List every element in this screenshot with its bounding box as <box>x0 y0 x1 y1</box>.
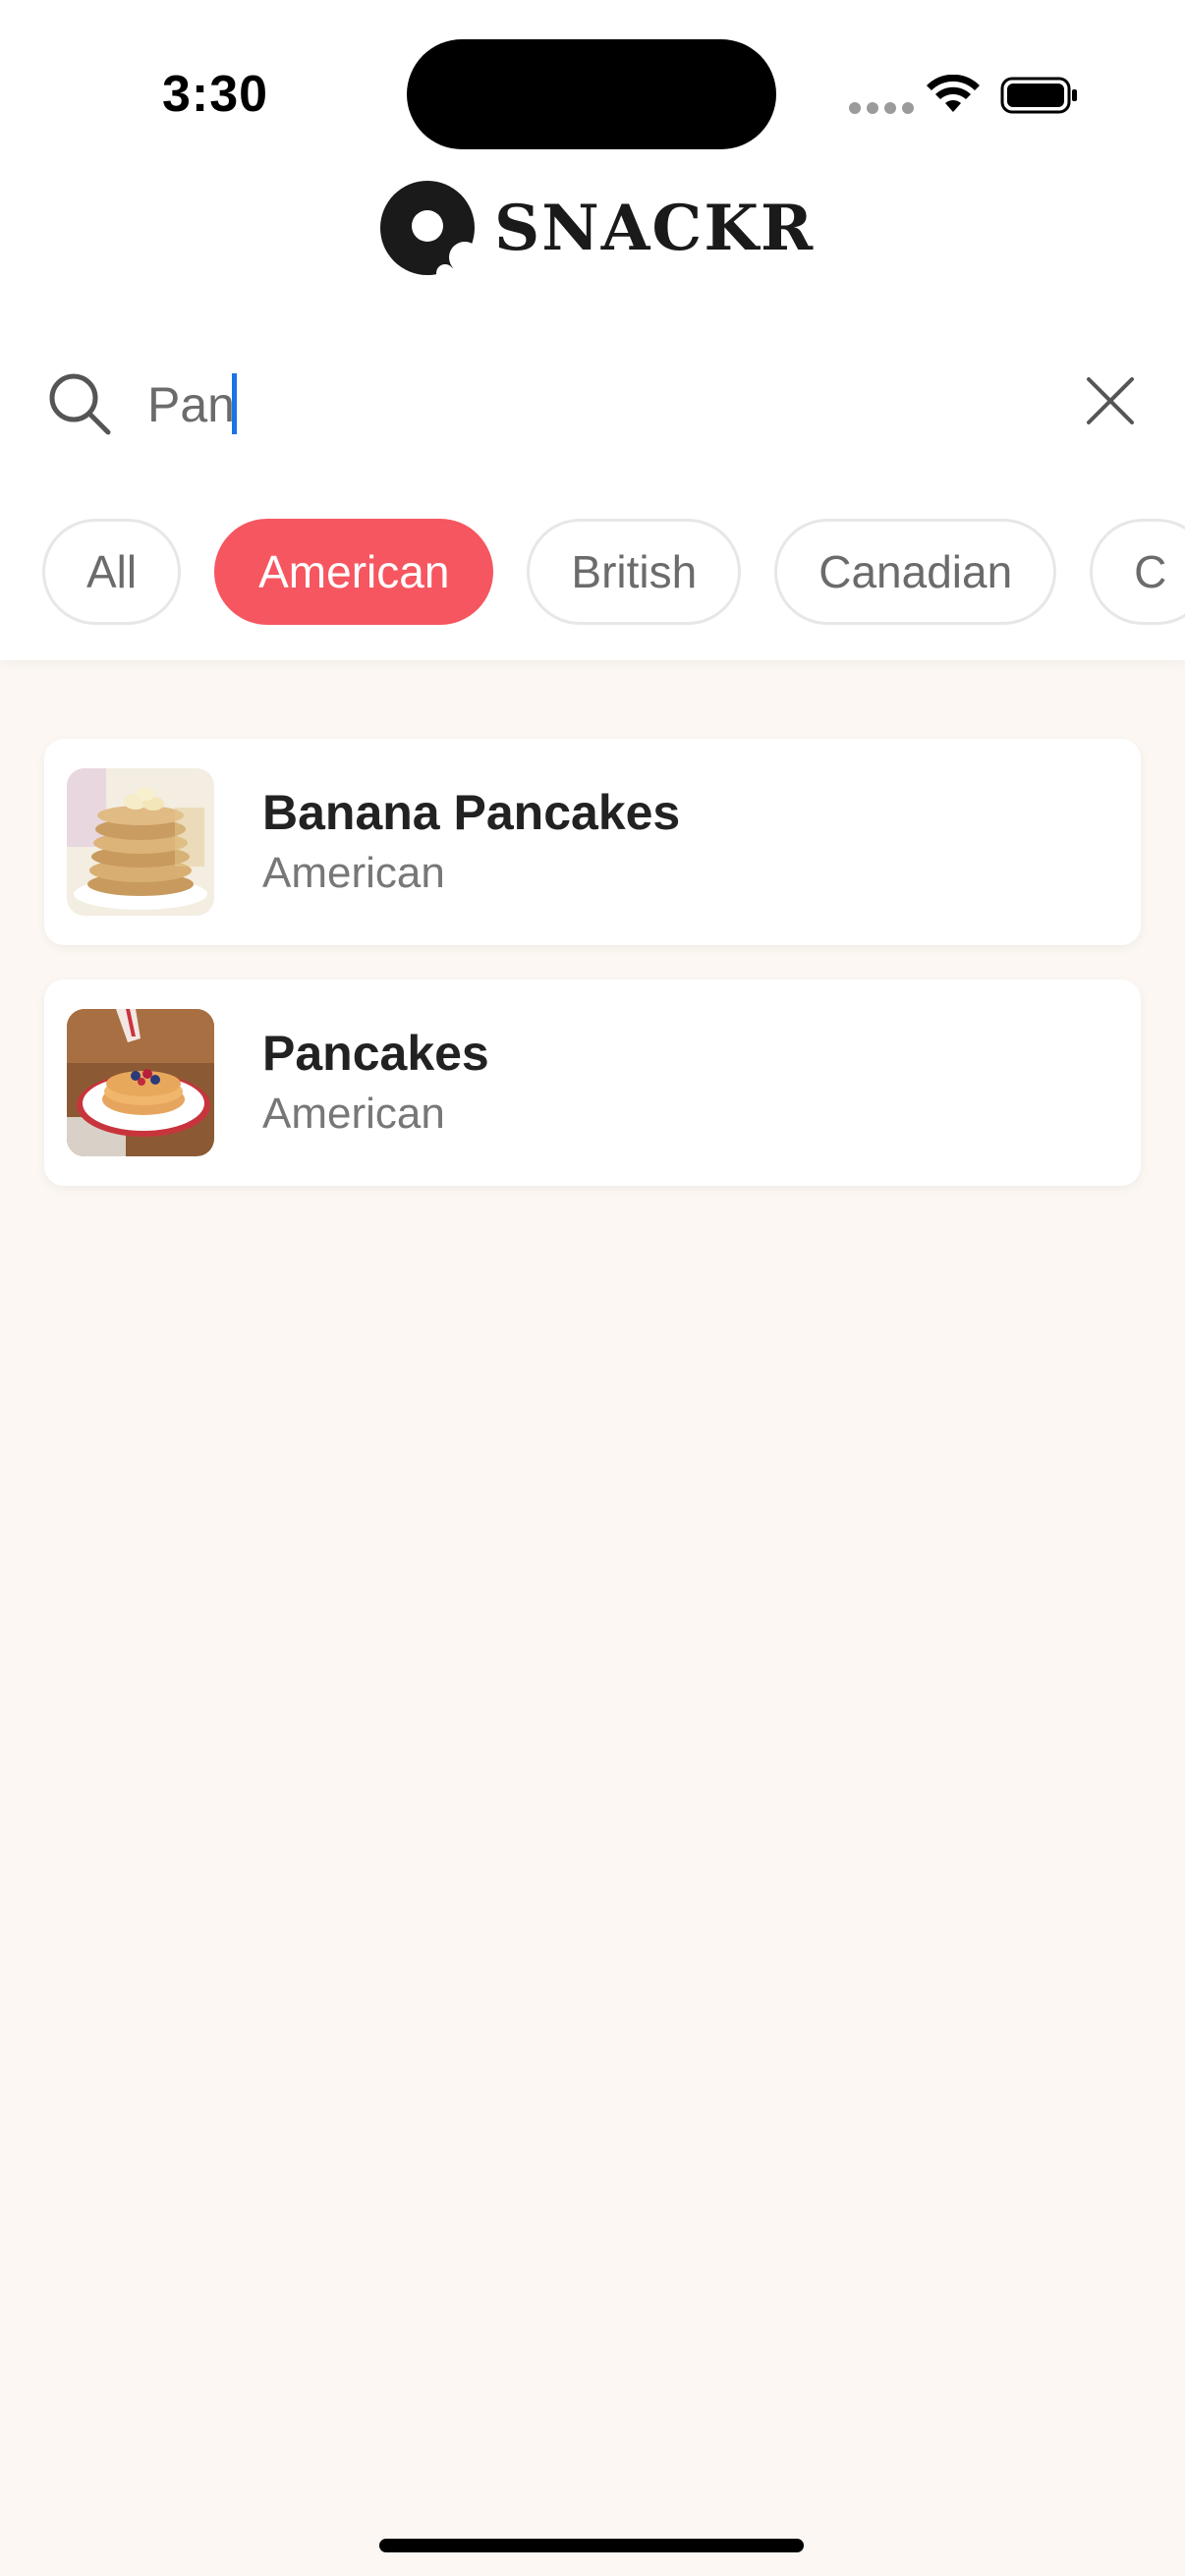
search-input[interactable] <box>147 365 1032 444</box>
cellular-signal-icon <box>849 102 914 114</box>
recipe-title: Banana Pancakes <box>262 785 681 840</box>
brand-name: SNACKR <box>494 191 816 265</box>
screen: 3:30 SNACKR All American Britis <box>0 0 1185 2576</box>
close-icon[interactable] <box>1081 371 1140 430</box>
recipe-title: Pancakes <box>262 1026 489 1081</box>
status-time: 3:30 <box>162 66 269 123</box>
home-indicator[interactable] <box>379 2539 804 2552</box>
filter-chip-all[interactable]: All <box>42 519 182 625</box>
list-item[interactable]: Banana Pancakes American <box>44 739 1141 945</box>
filter-chip-british[interactable]: British <box>527 519 742 625</box>
list-item[interactable]: Pancakes American <box>44 980 1141 1186</box>
cuisine-filter-bar: All American British Canadian C <box>42 519 1185 625</box>
filter-chip-canadian[interactable]: Canadian <box>774 519 1057 625</box>
battery-icon <box>1000 77 1077 114</box>
filter-chip-american[interactable]: American <box>214 519 494 625</box>
donut-logo-icon <box>380 181 477 277</box>
filter-chip-partial[interactable]: C <box>1090 519 1185 625</box>
recipe-cuisine: American <box>262 1090 445 1138</box>
recipe-cuisine: American <box>262 849 445 897</box>
text-cursor <box>232 373 237 434</box>
dynamic-island <box>407 39 776 149</box>
app-logo: SNACKR <box>378 179 815 277</box>
recipe-thumbnail <box>67 1009 214 1156</box>
recipe-thumbnail <box>67 768 214 916</box>
search-icon <box>49 373 111 435</box>
wifi-icon <box>927 75 980 112</box>
